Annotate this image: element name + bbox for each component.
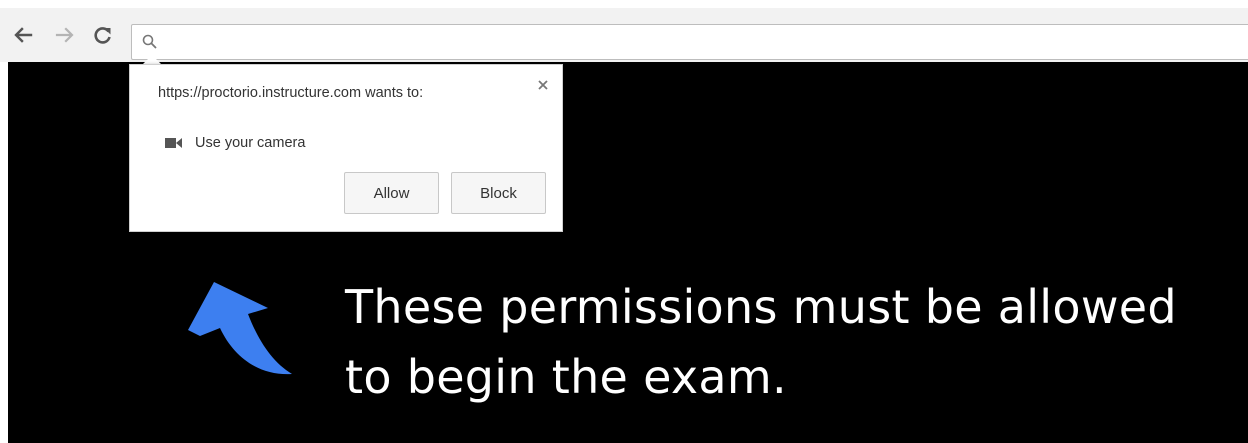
close-icon bbox=[538, 80, 548, 90]
bubble-notch bbox=[143, 55, 161, 64]
reload-icon bbox=[94, 27, 111, 44]
omnibox[interactable] bbox=[131, 24, 1248, 60]
reload-button[interactable] bbox=[88, 22, 118, 48]
permission-label: Use your camera bbox=[195, 135, 306, 151]
allow-button[interactable]: Allow bbox=[344, 172, 439, 214]
message-line-1: These permissions must be allowed bbox=[345, 280, 1177, 334]
permission-prompt: https://proctorio.instructure.com wants … bbox=[129, 64, 563, 232]
curved-arrow-icon bbox=[188, 282, 292, 375]
camera-icon bbox=[165, 138, 182, 148]
permission-prompt-title: https://proctorio.instructure.com wants … bbox=[158, 85, 424, 101]
close-button[interactable] bbox=[535, 77, 551, 93]
instruction-message: These permissions must be allowed to beg… bbox=[345, 272, 1177, 412]
permission-row: Use your camera bbox=[165, 135, 305, 151]
message-line-2: to begin the exam. bbox=[345, 350, 787, 404]
forward-button[interactable] bbox=[50, 22, 80, 48]
block-button[interactable]: Block bbox=[451, 172, 546, 214]
back-button[interactable] bbox=[8, 22, 38, 48]
search-icon bbox=[142, 34, 157, 49]
browser-toolbar bbox=[0, 0, 1248, 62]
arrow-right-icon bbox=[55, 27, 74, 43]
arrow-left-icon bbox=[14, 27, 33, 43]
